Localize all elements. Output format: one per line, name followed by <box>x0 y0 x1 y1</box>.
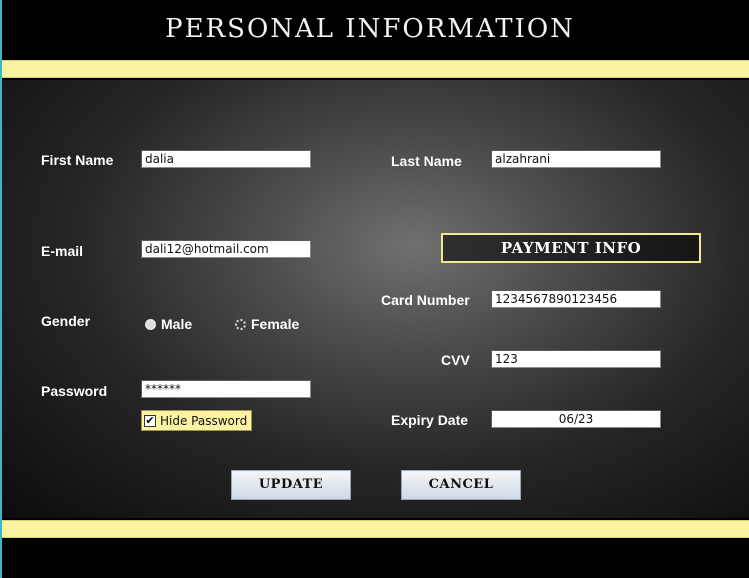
password-label: Password <box>41 383 108 399</box>
hide-password-label: Hide Password <box>160 413 248 428</box>
form-panel: First Name dalia E-mail dali12@hotmail.c… <box>2 80 749 518</box>
gender-label: Gender <box>41 313 91 329</box>
last-name-field[interactable]: alzahrani <box>491 150 661 168</box>
first-name-field[interactable]: dalia <box>141 150 311 168</box>
email-field[interactable]: dali12@hotmail.com <box>141 240 311 258</box>
cvv-field[interactable]: 123 <box>491 350 661 368</box>
page-title: PERSONAL INFORMATION <box>165 14 575 44</box>
checkmark-icon: ✔ <box>144 413 156 427</box>
payment-info-heading: PAYMENT INFO <box>441 233 701 263</box>
expiry-date-field[interactable]: 06/23 <box>491 410 661 428</box>
last-name-label: Last Name <box>391 153 462 169</box>
card-number-field[interactable]: 1234567890123456 <box>491 290 661 308</box>
gender-option-male: Male <box>161 316 193 332</box>
bottom-stripe <box>2 520 749 538</box>
gender-radio-male[interactable]: Male <box>145 316 192 332</box>
radio-unselected-icon <box>235 318 246 330</box>
gender-radio-female[interactable]: Female <box>235 316 299 332</box>
update-button[interactable]: UPDATE <box>231 470 351 500</box>
password-field[interactable]: ****** <box>141 380 311 398</box>
email-label: E-mail <box>41 243 84 259</box>
top-stripe <box>2 60 749 78</box>
gender-option-female: Female <box>251 316 300 332</box>
first-name-label: First Name <box>41 152 114 168</box>
card-number-label: Card Number <box>381 292 470 308</box>
expiry-date-label: Expiry Date <box>391 412 469 428</box>
cancel-button[interactable]: CANCEL <box>401 470 521 500</box>
hide-password-checkbox[interactable]: ✔ Hide Password <box>141 410 253 431</box>
radio-selected-icon <box>145 318 156 330</box>
cvv-label: CVV <box>441 352 470 368</box>
